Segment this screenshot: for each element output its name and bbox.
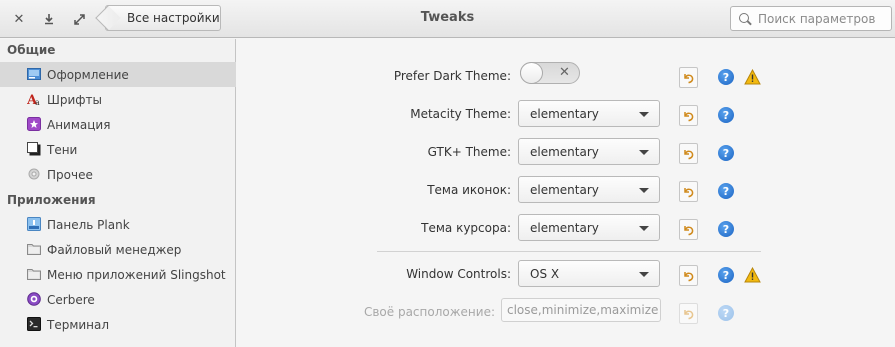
misc-icon bbox=[27, 167, 41, 181]
help-icon[interactable]: ? bbox=[718, 267, 734, 283]
combo-value: elementary bbox=[530, 182, 599, 197]
sidebar-item-label: Cerbere bbox=[47, 292, 95, 307]
animation-icon bbox=[27, 117, 41, 131]
metacity-theme-combo[interactable]: elementary bbox=[518, 100, 660, 127]
settings-panel: Prefer Dark Theme: ✕ ? Metacity Theme: e… bbox=[237, 39, 895, 347]
sidebar-item-terminal[interactable]: Терминал bbox=[0, 312, 236, 337]
sidebar-item-appearance[interactable]: Оформление bbox=[0, 62, 236, 87]
reset-button[interactable] bbox=[679, 67, 698, 88]
custom-layout-field: close,minimize,maximize bbox=[501, 298, 661, 322]
cursor-theme-label: Тема курсора: bbox=[421, 221, 511, 235]
sidebar-item-label: Меню приложений Slingshot bbox=[47, 267, 226, 282]
help-icon: ? bbox=[718, 305, 734, 321]
sidebar-item-animation[interactable]: Анимация bbox=[0, 112, 236, 137]
reset-icon bbox=[684, 310, 694, 320]
custom-layout-label: Своё расположение: bbox=[363, 305, 495, 319]
reset-icon bbox=[684, 150, 694, 160]
folder-icon bbox=[27, 242, 41, 256]
sidebar-item-label: Тени bbox=[47, 142, 78, 157]
sidebar-item-fonts[interactable]: Aa Шрифты bbox=[0, 87, 236, 112]
folder-icon bbox=[27, 267, 41, 281]
help-icon[interactable]: ? bbox=[718, 107, 734, 123]
fonts-icon: Aa bbox=[26, 92, 41, 108]
reset-icon bbox=[684, 272, 694, 282]
reset-button[interactable] bbox=[679, 181, 698, 202]
sidebar-item-label: Панель Plank bbox=[47, 217, 130, 232]
cursor-theme-combo[interactable]: elementary bbox=[518, 214, 660, 241]
chevron-down-icon bbox=[639, 272, 649, 277]
search-box[interactable] bbox=[730, 6, 892, 31]
cerbere-icon bbox=[27, 292, 41, 306]
sidebar-item-slingshot[interactable]: Меню приложений Slingshot bbox=[0, 262, 236, 287]
plank-icon bbox=[27, 217, 41, 231]
reset-button[interactable] bbox=[679, 265, 698, 286]
window-controls-combo[interactable]: OS X bbox=[518, 260, 660, 287]
titlebar: ✕ Все настройки Tweaks bbox=[0, 0, 895, 38]
svg-text:a: a bbox=[35, 98, 40, 106]
sidebar-item-label: Прочее bbox=[47, 167, 93, 182]
sidebar: Общие Оформление Aa Шрифты Анимация Тени… bbox=[0, 39, 236, 347]
gtk-theme-label: GTK+ Theme: bbox=[427, 145, 511, 159]
sidebar-item-shadows[interactable]: Тени bbox=[0, 137, 236, 162]
combo-value: elementary bbox=[530, 220, 599, 235]
reset-icon bbox=[684, 112, 694, 122]
icon-theme-label: Тема иконок: bbox=[427, 183, 511, 197]
help-icon[interactable]: ? bbox=[718, 221, 734, 237]
switch-knob bbox=[520, 62, 543, 84]
search-icon bbox=[738, 12, 752, 26]
sidebar-item-cerbere[interactable]: Cerbere bbox=[0, 287, 236, 312]
reset-icon bbox=[684, 226, 694, 236]
window-controls-label: Window Controls: bbox=[406, 267, 511, 281]
chevron-down-icon bbox=[639, 226, 649, 231]
icon-theme-combo[interactable]: elementary bbox=[518, 176, 660, 203]
reset-button[interactable] bbox=[679, 105, 698, 126]
section-header-general: Общие bbox=[7, 43, 56, 57]
help-icon[interactable]: ? bbox=[718, 183, 734, 199]
combo-value: elementary bbox=[530, 144, 599, 159]
dark-theme-label: Prefer Dark Theme: bbox=[393, 69, 511, 83]
chevron-down-icon bbox=[639, 112, 649, 117]
warning-icon bbox=[744, 69, 761, 85]
help-icon[interactable]: ? bbox=[718, 69, 734, 85]
search-input[interactable] bbox=[758, 11, 888, 26]
dark-theme-switch[interactable]: ✕ bbox=[520, 62, 580, 84]
reset-button[interactable] bbox=[679, 219, 698, 240]
metacity-theme-label: Metacity Theme: bbox=[410, 107, 511, 121]
combo-value: OS X bbox=[530, 266, 560, 281]
sidebar-item-misc[interactable]: Прочее bbox=[0, 162, 236, 187]
warning-icon bbox=[744, 267, 761, 283]
chevron-down-icon bbox=[639, 188, 649, 193]
reset-icon bbox=[684, 188, 694, 198]
appearance-icon bbox=[27, 67, 41, 81]
reset-button bbox=[679, 303, 698, 324]
reset-button[interactable] bbox=[679, 143, 698, 164]
chevron-down-icon bbox=[639, 150, 649, 155]
gtk-theme-combo[interactable]: elementary bbox=[518, 138, 660, 165]
combo-value: elementary bbox=[530, 106, 599, 121]
switch-off-icon: ✕ bbox=[559, 65, 570, 80]
help-icon[interactable]: ? bbox=[718, 145, 734, 161]
sidebar-item-file-manager[interactable]: Файловый менеджер bbox=[0, 237, 236, 262]
sidebar-item-label: Шрифты bbox=[47, 92, 102, 107]
shadows-icon bbox=[27, 142, 41, 156]
sidebar-item-label: Анимация bbox=[47, 117, 111, 132]
sidebar-item-label: Терминал bbox=[47, 317, 110, 332]
reset-icon bbox=[684, 74, 694, 84]
section-header-apps: Приложения bbox=[7, 193, 96, 207]
sidebar-item-label: Оформление bbox=[47, 67, 129, 82]
sidebar-item-plank[interactable]: Панель Plank bbox=[0, 212, 236, 237]
terminal-icon bbox=[27, 317, 41, 331]
separator bbox=[377, 251, 761, 252]
sidebar-item-label: Файловый менеджер bbox=[47, 242, 182, 257]
